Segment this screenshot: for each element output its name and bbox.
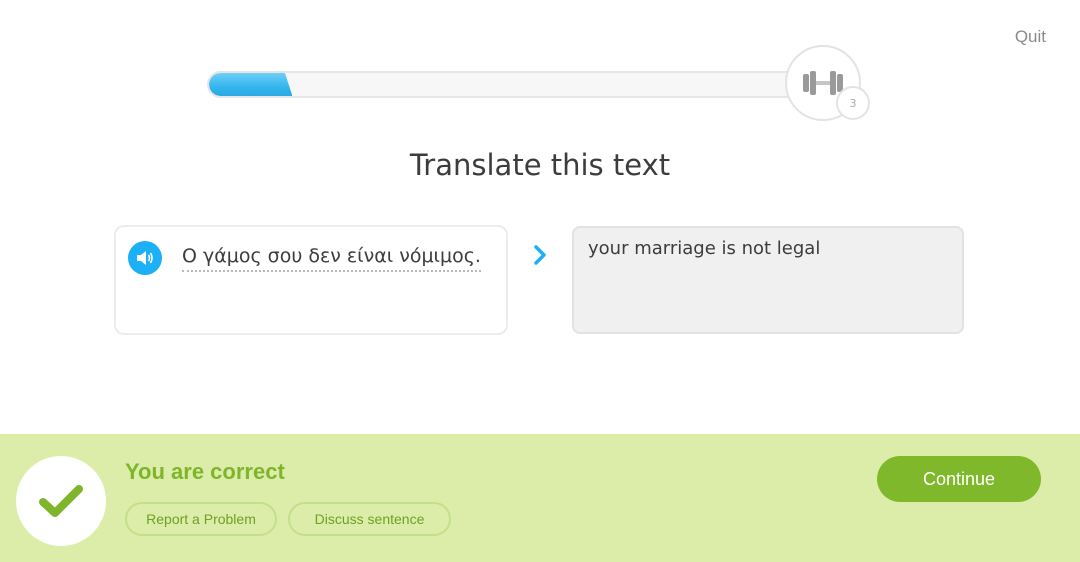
discuss-sentence-button[interactable]: Discuss sentence: [288, 502, 451, 536]
speaker-button[interactable]: [128, 241, 162, 275]
result-title: You are correct: [125, 459, 285, 484]
report-problem-button[interactable]: Report a Problem: [125, 502, 277, 536]
speaker-icon: [137, 251, 153, 265]
chevron-right-icon: [534, 245, 546, 265]
progress-fill: [209, 73, 293, 96]
answer-input[interactable]: your marriage is not legal: [572, 226, 964, 334]
status-badge: [16, 456, 106, 546]
checkmark-icon: [39, 485, 83, 517]
continue-button[interactable]: Continue: [877, 456, 1041, 502]
exercise-title: Translate this text: [409, 148, 671, 182]
lesson-screen: Quit 3 Translate this text Ο γάμος σου δ…: [0, 0, 1080, 562]
result-banner: You are correct Report a Problem Discuss…: [0, 434, 1080, 562]
strength-count-badge: 3: [836, 86, 870, 120]
prompt-sentence[interactable]: Ο γάμος σου δεν είναι νόμιμος.: [182, 245, 481, 272]
prompt-card: Ο γάμος σου δεν είναι νόμιμος.: [114, 225, 508, 335]
quit-button[interactable]: Quit: [1015, 27, 1046, 47]
progress-bar: [207, 71, 807, 98]
